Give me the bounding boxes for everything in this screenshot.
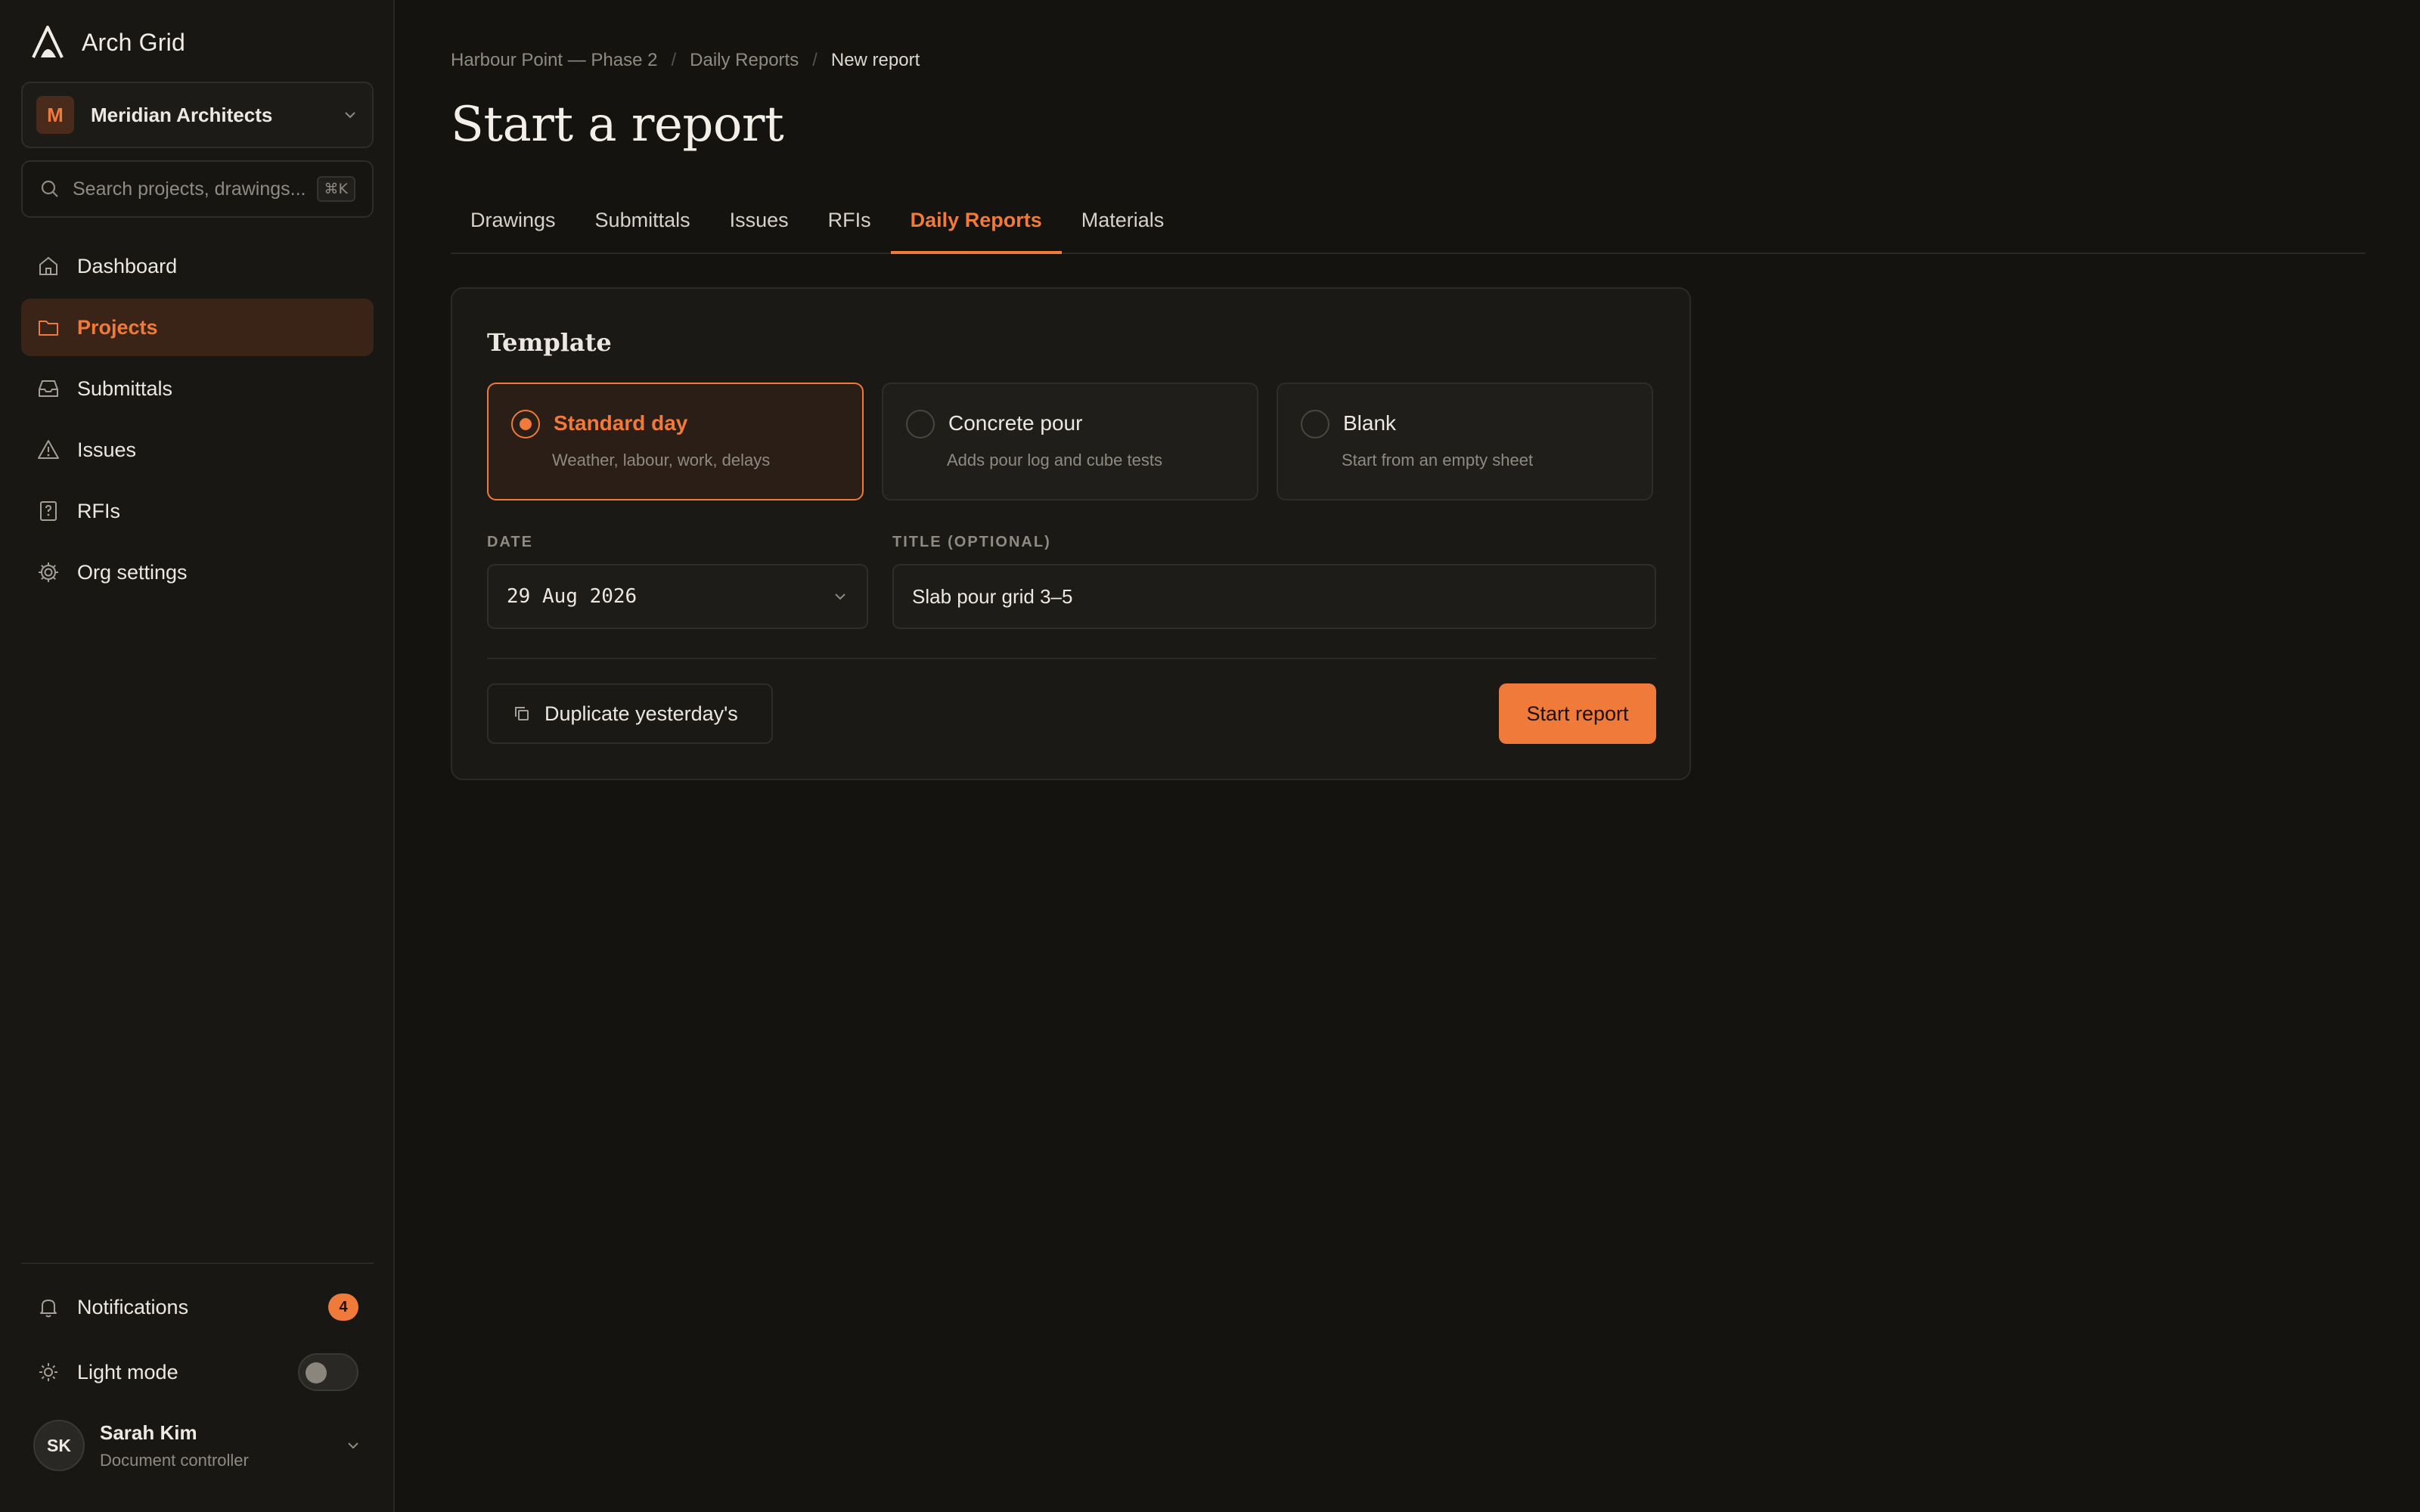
sidebar-nav: Dashboard Projects Submittals Issues RFI…: [21, 237, 374, 605]
inbox-icon: [39, 380, 58, 397]
sidebar-item-dashboard[interactable]: Dashboard: [21, 237, 374, 295]
sidebar-item-label: Org settings: [77, 560, 188, 584]
template-radio[interactable]: [511, 410, 540, 438]
breadcrumb-current: New report: [830, 50, 920, 70]
light-mode-label: Light mode: [77, 1360, 178, 1383]
org-name: Meridian Architects: [91, 103, 273, 126]
bell-icon: [40, 1300, 57, 1318]
date-label: DATE: [487, 534, 533, 550]
page-title: Start a report: [451, 97, 784, 153]
tab-daily-reports[interactable]: Daily Reports: [890, 186, 1062, 254]
date-value: 29 Aug 2026: [507, 585, 638, 608]
question-icon: [40, 501, 57, 521]
start-report-button[interactable]: Start report: [1499, 683, 1656, 744]
avatar: SK: [33, 1420, 85, 1471]
warning-icon: [38, 440, 59, 459]
template-radio[interactable]: [1301, 410, 1329, 438]
sidebar-item-label: Issues: [77, 438, 137, 461]
chevron-down-icon: [348, 1442, 358, 1449]
template-option-concrete-pour[interactable]: Concrete pour Adds pour log and cube tes…: [882, 383, 1258, 500]
copy-icon: [515, 707, 529, 720]
sidebar-item-org-settings[interactable]: Org settings: [21, 544, 374, 601]
folder-icon: [39, 321, 58, 336]
app-name: Arch Grid: [82, 28, 185, 56]
template-option-standard-day[interactable]: Standard day Weather, labour, work, dela…: [487, 383, 864, 500]
template-description: Start from an empty sheet: [1342, 451, 1534, 469]
project-tabs: Drawings Submittals Issues RFIs Daily Re…: [451, 186, 2366, 254]
org-avatar: M: [36, 96, 74, 134]
search-input[interactable]: [73, 178, 317, 200]
duplicate-yesterday-button[interactable]: Duplicate yesterday's: [487, 683, 773, 744]
breadcrumb-separator: /: [671, 50, 677, 70]
tab-rfis[interactable]: RFIs: [808, 186, 891, 253]
light-mode-toggle[interactable]: [298, 1353, 358, 1391]
arch-logo-icon: [32, 26, 64, 58]
template-option-blank[interactable]: Blank Start from an empty sheet: [1277, 383, 1653, 500]
template-name: Blank: [1343, 411, 1397, 435]
gear-icon: [39, 562, 58, 582]
tab-issues[interactable]: Issues: [710, 186, 808, 253]
user-name: Sarah Kim: [100, 1421, 197, 1444]
search-box: ⌘K: [21, 160, 374, 218]
date-select[interactable]: 29 Aug 2026: [487, 564, 868, 629]
chevron-down-icon: [835, 593, 845, 600]
sidebar-item-issues[interactable]: Issues: [21, 421, 374, 479]
sidebar-item-label: Projects: [77, 315, 158, 339]
search-shortcut: ⌘K: [316, 176, 355, 202]
notifications-badge: 4: [328, 1294, 358, 1321]
template-radio[interactable]: [906, 410, 935, 438]
template-name: Standard day: [554, 411, 688, 435]
brand[interactable]: Arch Grid: [30, 24, 185, 60]
template-description: Weather, labour, work, delays: [552, 451, 771, 469]
notifications-label: Notifications: [77, 1295, 189, 1318]
new-report-card: Template Standard day Weather, labour, w…: [451, 287, 1691, 780]
sidebar-item-projects[interactable]: Projects: [21, 299, 374, 356]
tab-submittals[interactable]: Submittals: [576, 186, 710, 253]
tab-drawings[interactable]: Drawings: [451, 186, 576, 253]
sidebar-item-label: Dashboard: [77, 254, 178, 277]
light-mode-item: Light mode: [21, 1340, 374, 1405]
sidebar-item-submittals[interactable]: Submittals: [21, 360, 374, 417]
template-section-title: Template: [487, 328, 612, 357]
title-input[interactable]: [892, 564, 1656, 629]
home-icon: [39, 256, 57, 275]
breadcrumb-daily-reports[interactable]: Daily Reports: [690, 50, 799, 71]
sidebar-footer: Notifications 4 Light mode SK Sarah Kim …: [21, 1263, 374, 1471]
title-label: TITLE (OPTIONAL): [892, 534, 1051, 550]
user-menu[interactable]: SK Sarah Kim Document controller: [21, 1420, 374, 1471]
user-info: Sarah Kim Document controller: [100, 1421, 345, 1470]
breadcrumb-separator: /: [812, 50, 818, 70]
sun-icon: [39, 1363, 57, 1381]
duplicate-label: Duplicate yesterday's: [544, 702, 738, 725]
sidebar-item-rfis[interactable]: RFIs: [21, 482, 374, 540]
template-name: Concrete pour: [948, 411, 1083, 435]
sidebar: Arch Grid M Meridian Architects ⌘K Dashb…: [0, 0, 395, 1512]
notifications-item[interactable]: Notifications 4: [21, 1275, 374, 1340]
user-role: Document controller: [100, 1450, 249, 1470]
form-divider: [487, 658, 1656, 659]
sidebar-item-label: Submittals: [77, 376, 173, 400]
breadcrumb-project[interactable]: Harbour Point — Phase 2: [451, 50, 657, 71]
sidebar-item-label: RFIs: [77, 499, 120, 522]
template-description: Adds pour log and cube tests: [947, 451, 1162, 469]
breadcrumb: Harbour Point — Phase 2 / Daily Reports …: [451, 50, 920, 71]
chevron-down-icon: [345, 112, 355, 119]
tab-materials[interactable]: Materials: [1062, 186, 1184, 253]
org-switcher[interactable]: M Meridian Architects: [21, 82, 374, 148]
search-icon: [41, 180, 58, 197]
